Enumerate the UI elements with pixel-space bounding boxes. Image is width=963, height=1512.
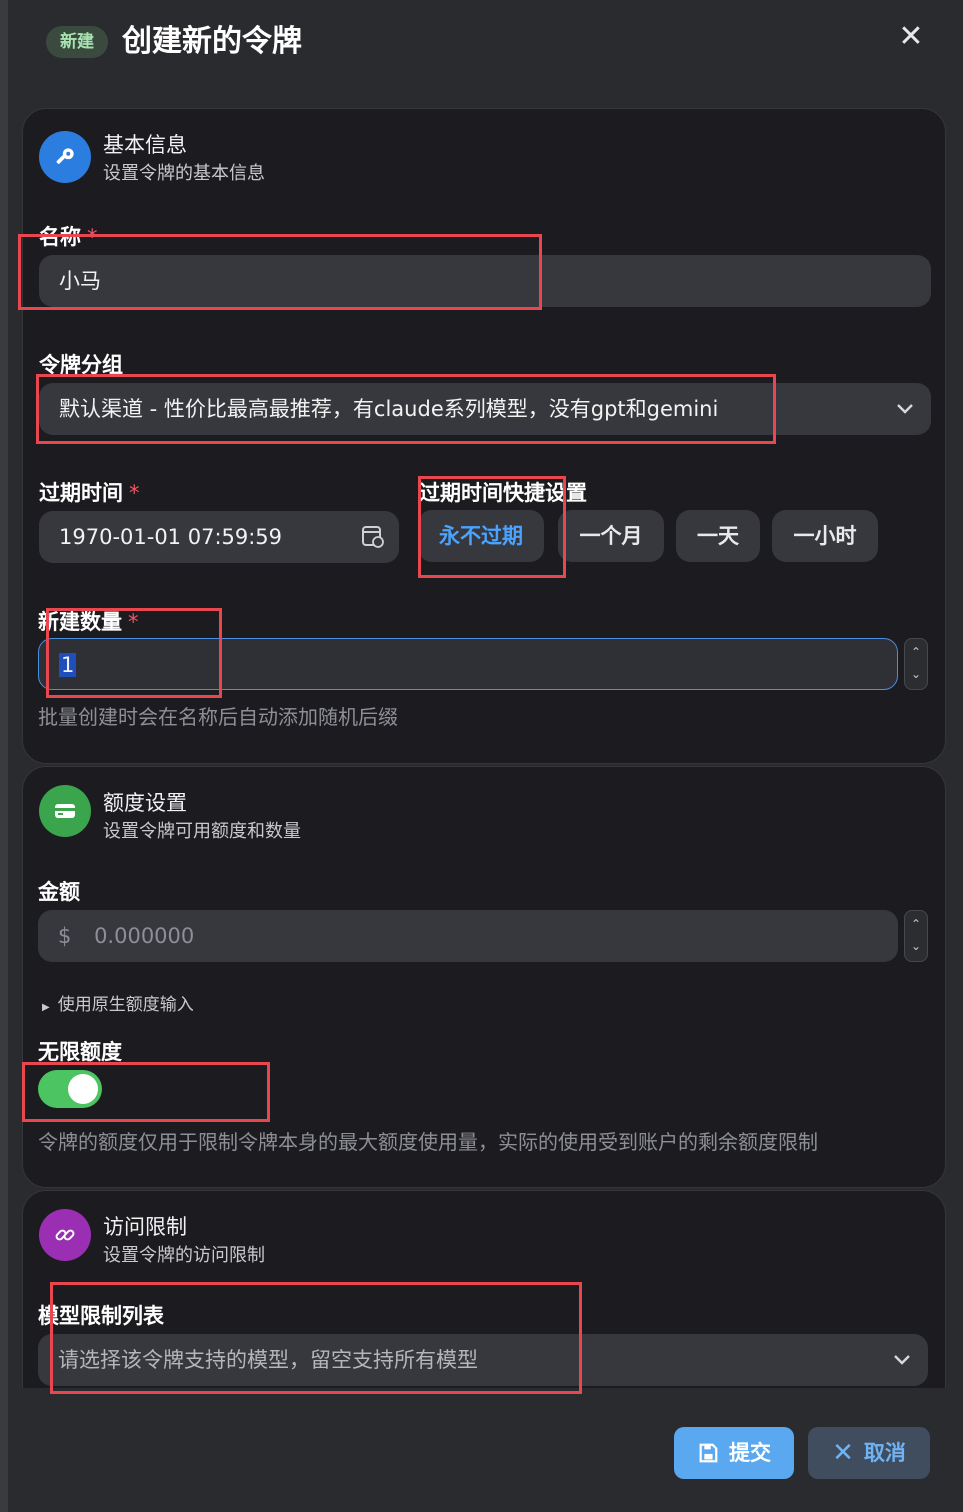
chevron-down-icon xyxy=(895,383,915,454)
access-title: 访问限制 xyxy=(103,1215,187,1239)
group-select-value: 默认渠道 - 性价比最高最推荐，有claude系列模型，没有gpt和gemini xyxy=(59,397,719,421)
currency-symbol: $ xyxy=(58,924,72,948)
amount-input[interactable]: $ 0.000000 xyxy=(38,910,898,962)
expire-datetime-input[interactable]: 1970-01-01 07:59:59 xyxy=(39,511,399,563)
expire-value: 1970-01-01 07:59:59 xyxy=(59,525,283,549)
group-select[interactable]: 默认渠道 - 性价比最高最推荐，有claude系列模型，没有gpt和gemini xyxy=(39,383,931,435)
chevron-down-icon[interactable]: ⌄ xyxy=(905,939,927,953)
submit-label: 提交 xyxy=(729,1441,771,1465)
credit-card-icon xyxy=(39,785,91,837)
calendar-clock-icon[interactable] xyxy=(361,511,385,582)
count-help-text: 批量创建时会在名称后自动添加随机后缀 xyxy=(38,705,398,729)
quick-expire-label: 过期时间快捷设置 xyxy=(419,481,587,505)
link-icon xyxy=(39,1209,91,1261)
name-input[interactable]: 小马 xyxy=(39,255,931,307)
raw-quota-label: 使用原生额度输入 xyxy=(57,995,194,1015)
close-icon: ✕ xyxy=(832,1438,854,1468)
count-stepper[interactable]: ⌃ ⌄ xyxy=(904,638,928,690)
chevron-up-icon[interactable]: ⌃ xyxy=(905,917,927,931)
chevron-up-icon[interactable]: ⌃ xyxy=(905,645,927,659)
models-label: 模型限制列表 xyxy=(38,1304,164,1328)
count-value: 1 xyxy=(59,653,77,677)
quick-never-expire-button[interactable]: 永不过期 xyxy=(418,510,544,562)
close-icon[interactable]: ✕ xyxy=(896,22,926,52)
group-label: 令牌分组 xyxy=(39,353,123,377)
key-icon xyxy=(39,131,91,183)
amount-stepper[interactable]: ⌃ ⌄ xyxy=(904,910,928,962)
access-subtitle: 设置令牌的访问限制 xyxy=(103,1245,265,1266)
chevron-down-icon[interactable]: ⌄ xyxy=(905,667,927,681)
quick-one-month-button[interactable]: 一个月 xyxy=(558,510,664,562)
save-icon xyxy=(699,1443,718,1463)
submit-button[interactable]: 提交 xyxy=(674,1427,794,1479)
dialog-header: 新建 创建新的令牌 ✕ xyxy=(8,0,963,90)
name-label: 名称 * xyxy=(39,225,98,249)
basic-info-title: 基本信息 xyxy=(103,133,187,157)
dialog-title: 创建新的令牌 xyxy=(122,24,302,59)
expire-label: 过期时间 * xyxy=(39,481,140,505)
quota-card: 额度设置 设置令牌可用额度和数量 xyxy=(22,766,946,1188)
quick-one-day-button[interactable]: 一天 xyxy=(676,510,760,562)
unlimited-label: 无限额度 xyxy=(38,1040,122,1064)
count-label: 新建数量 * xyxy=(38,610,139,634)
models-placeholder: 请选择该令牌支持的模型，留空支持所有模型 xyxy=(58,1348,478,1372)
basic-info-subtitle: 设置令牌的基本信息 xyxy=(103,163,265,184)
quick-one-hour-button[interactable]: 一小时 xyxy=(772,510,878,562)
count-input[interactable]: 1 xyxy=(38,638,898,690)
cancel-label: 取消 xyxy=(863,1441,906,1465)
new-badge: 新建 xyxy=(46,26,108,58)
amount-label: 金额 xyxy=(38,880,80,904)
quota-title: 额度设置 xyxy=(103,791,187,815)
quota-subtitle: 设置令牌可用额度和数量 xyxy=(103,821,301,842)
unlimited-help-text: 令牌的额度仅用于限制令牌本身的最大额度使用量，实际的使用受到账户的剩余额度限制 xyxy=(38,1130,818,1154)
switch-knob xyxy=(68,1074,98,1104)
create-token-dialog: 新建 创建新的令牌 ✕ 基本信息 设置令牌的基本信息 名称 * 小马 令牌分组 默… xyxy=(8,0,963,1512)
raw-quota-toggle[interactable]: ▶ 使用原生额度输入 xyxy=(42,990,194,1015)
cancel-button[interactable]: ✕ 取消 xyxy=(808,1427,930,1479)
amount-placeholder: 0.000000 xyxy=(94,924,195,948)
models-select[interactable]: 请选择该令牌支持的模型，留空支持所有模型 xyxy=(38,1334,928,1386)
caret-right-icon: ▶ xyxy=(42,1002,50,1013)
unlimited-quota-switch[interactable] xyxy=(38,1070,102,1108)
